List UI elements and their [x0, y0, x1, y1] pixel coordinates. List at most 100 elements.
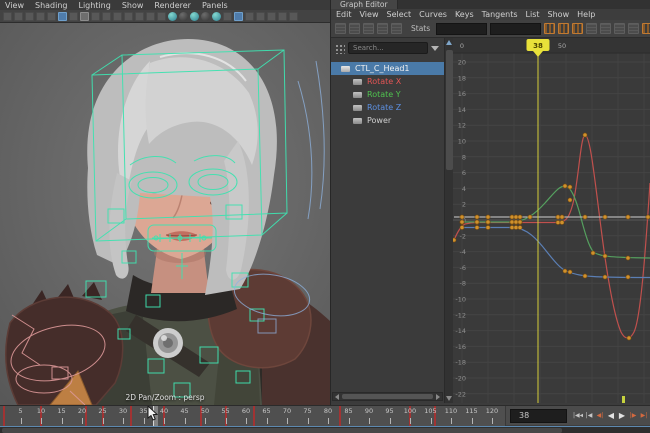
pre-infinity-icon[interactable]	[600, 23, 611, 34]
graph-editor-menu-tangents[interactable]: Tangents	[482, 10, 518, 19]
curve-graph-area[interactable]: 20181614121086420-2-4-6-8-10-12-14-16-18…	[453, 38, 650, 403]
keyframe-point[interactable]	[603, 254, 607, 258]
channel-row-rotate-y[interactable]: Rotate Y	[331, 88, 444, 101]
keyframe-point[interactable]	[568, 185, 572, 189]
keyframe-point[interactable]	[486, 215, 490, 219]
region-keys-tool-icon[interactable]	[377, 23, 388, 34]
graph-editor-menu-list[interactable]: List	[526, 10, 540, 19]
shadows-icon[interactable]	[201, 12, 210, 21]
shaded-display-icon[interactable]	[168, 12, 177, 21]
absolute-view-icon[interactable]	[544, 23, 555, 34]
outliner-horizontal-scrollbar[interactable]	[332, 392, 443, 401]
lattice-deform-keys-icon[interactable]	[363, 23, 374, 34]
scroll-down-icon[interactable]	[446, 396, 452, 401]
outliner-display-icon[interactable]	[334, 43, 345, 54]
step-back-frame-button[interactable]: ◀|	[595, 408, 605, 423]
lights-icon[interactable]	[190, 12, 199, 21]
camera-attributes-icon[interactable]	[25, 12, 34, 21]
timeline-playhead[interactable]	[153, 406, 158, 426]
gamma-icon[interactable]	[289, 12, 298, 21]
keyframe-point[interactable]	[603, 275, 607, 279]
graph-editor-menu-help[interactable]: Help	[577, 10, 595, 19]
keyframe-point[interactable]	[583, 215, 587, 219]
frame-all-icon[interactable]	[586, 23, 597, 34]
keyframe-point[interactable]	[510, 220, 514, 224]
keyframe-point[interactable]	[646, 215, 650, 219]
ambient-occlusion-icon[interactable]	[212, 12, 221, 21]
keyframe-point[interactable]	[626, 215, 630, 219]
step-back-key-button[interactable]: |◀	[584, 408, 594, 423]
gate-mask-icon[interactable]	[113, 12, 122, 21]
graph-editor-menu-curves[interactable]: Curves	[419, 10, 447, 19]
step-forward-key-button[interactable]: ▶|	[639, 408, 649, 423]
grid-icon[interactable]	[80, 12, 89, 21]
keyframe-point[interactable]	[583, 274, 587, 278]
keyframe-point[interactable]	[528, 215, 532, 219]
2d-pan-zoom-icon[interactable]	[58, 12, 67, 21]
retime-tool-icon[interactable]	[391, 23, 402, 34]
auto-tangent-icon[interactable]	[628, 23, 639, 34]
keyframe-point[interactable]	[568, 198, 572, 202]
viewport-menu-view[interactable]: View	[5, 1, 24, 10]
keyframe-point[interactable]	[556, 215, 560, 219]
keyframe-point[interactable]	[514, 220, 518, 224]
keyframe-point[interactable]	[510, 225, 514, 229]
keyframe-point[interactable]	[514, 225, 518, 229]
safe-action-icon[interactable]	[135, 12, 144, 21]
outliner-vertical-scrollbar[interactable]	[444, 38, 453, 403]
channel-row-rotate-z[interactable]: Rotate Z	[331, 101, 444, 114]
viewport-menu-show[interactable]: Show	[122, 1, 144, 10]
channel-row-ctl-c-head1[interactable]: CTL_C_Head1	[331, 62, 444, 75]
filter-menu-icon[interactable]	[431, 46, 439, 51]
motion-blur-icon[interactable]	[223, 12, 232, 21]
keyframe-point[interactable]	[518, 220, 522, 224]
safe-title-icon[interactable]	[146, 12, 155, 21]
graph-editor-menu-edit[interactable]: Edit	[336, 10, 352, 19]
move-nearest-key-tool-icon[interactable]	[335, 23, 346, 34]
keyframe-point[interactable]	[453, 238, 456, 242]
keyframe-point[interactable]	[460, 225, 464, 229]
isolate-select-icon[interactable]	[256, 12, 265, 21]
keyframe-point[interactable]	[518, 215, 522, 219]
x-ray-icon[interactable]	[267, 12, 276, 21]
time-slider[interactable]: 5101520253035404550556065707580859095100…	[0, 405, 650, 425]
viewport-menu-panels[interactable]: Panels	[202, 1, 228, 10]
go-to-start-button[interactable]: |◀◀	[573, 408, 583, 423]
graph-editor-menu-select[interactable]: Select	[386, 10, 411, 19]
buffer-curve-icon[interactable]	[642, 23, 650, 34]
normalized-view-icon[interactable]	[572, 23, 583, 34]
keyframe-point[interactable]	[486, 225, 490, 229]
viewport-menu-shading[interactable]: Shading	[35, 1, 68, 10]
step-forward-frame-button[interactable]: |▶	[628, 408, 638, 423]
range-slider-bar[interactable]	[2, 428, 562, 433]
keyframe-point[interactable]	[583, 133, 587, 137]
scroll-left-icon[interactable]	[335, 394, 339, 400]
keyframe-point[interactable]	[626, 275, 630, 279]
graph-editor-menu-show[interactable]: Show	[548, 10, 570, 19]
select-camera-icon[interactable]	[3, 12, 12, 21]
play-backwards-button[interactable]: ◀	[606, 408, 616, 423]
keyframe-point[interactable]	[626, 256, 630, 260]
channel-row-power[interactable]: Power	[331, 114, 444, 127]
keyframe-point[interactable]	[556, 220, 560, 224]
channel-row-rotate-x[interactable]: Rotate X	[331, 75, 444, 88]
exposure-icon[interactable]	[278, 12, 287, 21]
viewport-menu-renderer[interactable]: Renderer	[154, 1, 191, 10]
keyframe-point[interactable]	[475, 215, 479, 219]
film-gate-icon[interactable]	[91, 12, 100, 21]
keyframe-point[interactable]	[475, 225, 479, 229]
keyframe-point[interactable]	[568, 270, 572, 274]
viewport-menu-lighting[interactable]: Lighting	[78, 1, 110, 10]
current-frame-field[interactable]: 38	[510, 409, 567, 423]
keyframe-point[interactable]	[591, 251, 595, 255]
stats-value-field[interactable]	[490, 23, 541, 35]
scroll-right-icon[interactable]	[436, 394, 440, 400]
lock-camera-icon[interactable]	[14, 12, 23, 21]
scroll-up-icon[interactable]	[446, 40, 452, 45]
keyframe-point[interactable]	[563, 184, 567, 188]
graph-editor-tab[interactable]: Graph Editor	[331, 0, 398, 9]
keyframe-point[interactable]	[510, 215, 514, 219]
keyframe-point[interactable]	[603, 215, 607, 219]
keyframe-point[interactable]	[460, 220, 464, 224]
grease-pencil-icon[interactable]	[69, 12, 78, 21]
